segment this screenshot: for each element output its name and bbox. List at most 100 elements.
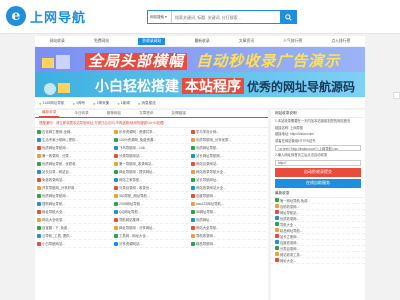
- list-item[interactable]: 优质网址导航...: [191, 144, 266, 152]
- nav-item-2[interactable]: 秒收录网站: [138, 37, 166, 45]
- list-item[interactable]: QQ网址导航...: [114, 208, 189, 216]
- ad-banner-1[interactable]: 全局头部横幅 自动秒收录广告演示: [35, 47, 365, 72]
- list-item[interactable]: 导航收录网...: [191, 232, 266, 240]
- stat-item[interactable]: ● 1神号: [73, 101, 86, 106]
- nav-item-4[interactable]: 文章资讯: [239, 39, 254, 44]
- list-item[interactable]: 工具网 - 网址大全...: [114, 232, 189, 240]
- list-item-label: 网站收录网站大全...: [196, 186, 226, 190]
- banner-2-text: 小白轻松搭建 本站程序 优秀的网址导航源码: [95, 78, 356, 94]
- side-tool-button[interactable]: [393, 92, 400, 99]
- stat-item[interactable]: ● 消息推送: [138, 101, 156, 106]
- list-item[interactable]: 网址导航大全...: [37, 208, 112, 216]
- ad-banner-2[interactable]: 小白轻松搭建 本站程序 优秀的网址导航源码: [35, 72, 365, 97]
- stat-item[interactable]: ● 1神采集: [93, 101, 109, 106]
- stat-item[interactable]: ● 1145网址导航: [39, 101, 65, 106]
- nav-item-0[interactable]: 网站收录: [50, 39, 65, 44]
- tab-articles[interactable]: 文章资讯: [136, 111, 156, 117]
- tab-links[interactable]: 友情链接: [169, 111, 189, 117]
- list-item[interactable]: 网址导航网 - 提供网址...: [114, 168, 189, 176]
- tab-today[interactable]: 今日收录: [71, 111, 91, 117]
- list-item[interactable]: 开发导航网_分享好用...: [37, 184, 112, 192]
- list-item-label: 优质网址导航网...: [42, 146, 69, 150]
- site-logo[interactable]: e 上网导航: [6, 6, 86, 26]
- list-item[interactable]: 搜狗网址导航...: [37, 200, 112, 208]
- list-item[interactable]: 精品导航网...: [191, 240, 266, 248]
- list-item[interactable]: 分类目录网 - 收录优...: [114, 184, 189, 192]
- list-item-label: 网站之家导航...: [119, 178, 143, 182]
- list-item[interactable]: 优质网址...: [191, 216, 266, 224]
- list-item[interactable]: 分享资源网站...: [114, 240, 189, 248]
- list-item[interactable]: 免费收录网站...: [37, 176, 112, 184]
- site-favicon-icon: [114, 233, 118, 238]
- list-item[interactable]: 优质网址导航网...: [37, 192, 112, 200]
- list-item[interactable]: 学与学设计网...: [191, 128, 266, 136]
- self-service-button[interactable]: 在线自助服务: [275, 178, 361, 188]
- list-item[interactable]: 网站之家导航...: [114, 176, 189, 184]
- list-item[interactable]: 2345网址导航...: [114, 200, 189, 208]
- nav-item-1[interactable]: 免费网站: [94, 39, 109, 44]
- list-item[interactable]: 网址大全...: [271, 258, 365, 264]
- notice-text: 提醒通知：请立即收藏本站导航网址,方便日后访问,不再迷路!使用快捷键Ctrl+D…: [35, 118, 268, 128]
- list-item-label: 100%资源网_免费资源...: [119, 138, 157, 142]
- site-favicon-icon: [114, 185, 118, 190]
- site-favicon-icon: [275, 228, 279, 233]
- tab-latest[interactable]: 最新收录: [39, 110, 60, 117]
- stat-item[interactable]: ● 1新闻: [117, 101, 130, 106]
- list-item[interactable]: 网站收录导航大全...: [191, 168, 266, 176]
- list-item[interactable]: 生活专家小助网 | 提供...: [37, 136, 112, 144]
- search-button[interactable]: [280, 10, 296, 24]
- nav-item-3[interactable]: 最新收录: [194, 39, 209, 44]
- list-item[interactable]: 第一收录网 - 分类..: [37, 152, 112, 160]
- site-favicon-icon: [37, 177, 41, 182]
- list-item-label: 自助收录网...: [280, 204, 300, 209]
- list-item[interactable]: hao123网址导航...: [191, 200, 266, 208]
- list-item[interactable]: 360导航_网址导航...: [114, 192, 189, 200]
- list-item-label: 精品网址导航...: [280, 228, 303, 233]
- list-item[interactable]: 100%资源网_免费资源...: [114, 136, 189, 144]
- list-item[interactable]: 导航网站推荐...: [114, 216, 189, 224]
- list-item[interactable]: 第一导航网_收录网站...: [114, 160, 189, 168]
- list-item[interactable]: 站长导航网址...: [191, 176, 266, 184]
- list-item[interactable]: 网站大全收录...: [37, 216, 112, 224]
- submit-heading: 网站收录说明: [271, 110, 365, 118]
- list-item[interactable]: 网址导航网 - 分享网址...: [114, 224, 189, 232]
- site-favicon-icon: [191, 209, 195, 214]
- list-item-label: 优质网址导航网...: [42, 194, 69, 198]
- site-favicon-icon: [37, 209, 41, 214]
- url-input[interactable]: http://: [275, 159, 361, 166]
- link-code-field[interactable]: <a href="http://lcskw.com/">上网导航</a>: [275, 145, 361, 152]
- list-item[interactable]: 站长网址导航网...: [191, 152, 266, 160]
- list-item[interactable]: 网站目录网站...: [191, 160, 266, 168]
- list-item[interactable]: 百度导航网...: [191, 192, 266, 200]
- search-type-select[interactable]: 网站搜索 ▾: [148, 11, 172, 23]
- list-item[interactable]: 网站大全导航...: [191, 224, 266, 232]
- list-item-label: 站长目录 - 网站目..: [42, 170, 71, 174]
- list-item[interactable]: 优质网址导航 - 优质收..: [37, 160, 112, 168]
- link-url: 链接地址: http://lcskw.com/: [275, 132, 315, 137]
- list-item-label: 百度收录网...: [280, 240, 300, 245]
- nav-item-5[interactable]: 人气排行榜: [283, 39, 302, 44]
- list-item[interactable]: 分类导航网站...: [114, 152, 189, 160]
- auto-submit-button[interactable]: 自动秒收录提交: [275, 167, 361, 177]
- site-favicon-icon: [37, 225, 41, 230]
- site-list-panel: 最新收录 今日收录 推荐网站 文章资讯 友情链接 提醒通知：请立即收藏本站导航网…: [35, 110, 268, 300]
- nav-item-6[interactable]: 点入排行榜: [331, 39, 350, 44]
- list-item[interactable]: 网站收录网站大全...: [191, 184, 266, 192]
- list-item[interactable]: 云导航_工具, 提供...: [37, 232, 112, 240]
- list-item[interactable]: 乐享资源网 - 资源共享...: [114, 128, 189, 136]
- site-favicon-icon: [114, 137, 118, 142]
- list-item[interactable]: 优质网址导航网...: [37, 144, 112, 152]
- list-item[interactable]: 百宝箱 - 下, 免费...: [37, 224, 112, 232]
- list-item[interactable]: 58网址导航...: [191, 208, 266, 216]
- list-item[interactable]: 飞鸟导航网 - 146...: [114, 144, 189, 152]
- list-item[interactable]: 小白导航网站...: [37, 240, 112, 248]
- tab-recommended[interactable]: 推荐网站: [104, 111, 124, 117]
- search-input[interactable]: [172, 11, 280, 23]
- list-item[interactable]: 站长目录 - 网站目..: [37, 168, 112, 176]
- list-item[interactable]: 优质导航网_分享优质...: [191, 136, 266, 144]
- site-favicon-icon: [37, 161, 41, 166]
- banner-1-text: 全局头部横幅 自动秒收录广告演示: [85, 50, 340, 71]
- list-item-label: 网站目录网站...: [196, 162, 220, 166]
- list-item[interactable]: 石化网工程网-全网..: [37, 128, 112, 136]
- site-favicon-icon: [275, 246, 279, 251]
